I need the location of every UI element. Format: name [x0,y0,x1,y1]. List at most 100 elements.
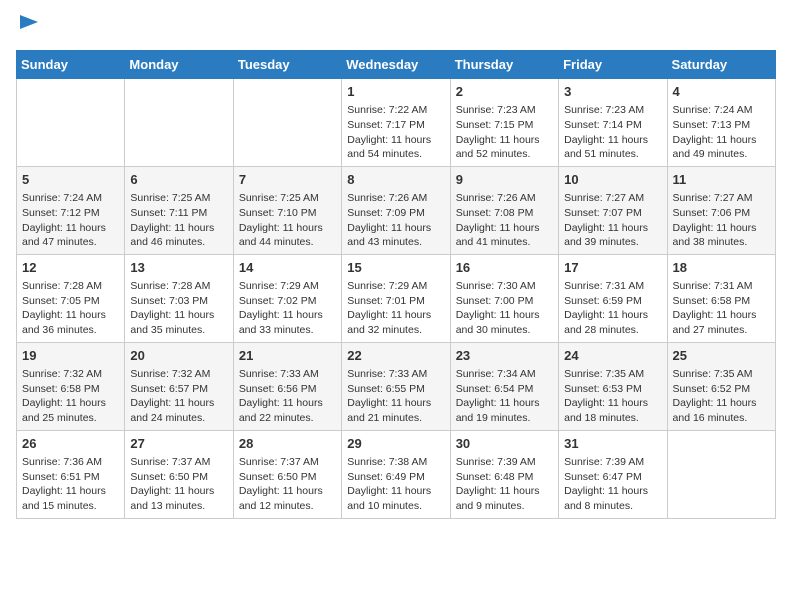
day-number: 9 [456,171,553,189]
calendar-cell: 25 Sunrise: 7:35 AM Sunset: 6:52 PM Dayli… [667,342,775,430]
day-info: Sunrise: 7:33 AM Sunset: 6:55 PM Dayligh… [347,367,444,426]
day-number: 21 [239,347,336,365]
calendar-week-row: 5 Sunrise: 7:24 AM Sunset: 7:12 PM Daylig… [17,166,776,254]
day-info: Sunrise: 7:23 AM Sunset: 7:14 PM Dayligh… [564,103,661,162]
weekday-header-thursday: Thursday [450,51,558,79]
calendar-cell: 8 Sunrise: 7:26 AM Sunset: 7:09 PM Daylig… [342,166,450,254]
day-number: 22 [347,347,444,365]
day-info: Sunrise: 7:26 AM Sunset: 7:09 PM Dayligh… [347,191,444,250]
day-number: 4 [673,83,770,101]
day-number: 24 [564,347,661,365]
weekday-header-sunday: Sunday [17,51,125,79]
day-number: 8 [347,171,444,189]
weekday-header-saturday: Saturday [667,51,775,79]
day-info: Sunrise: 7:33 AM Sunset: 6:56 PM Dayligh… [239,367,336,426]
day-number: 31 [564,435,661,453]
calendar-cell: 26 Sunrise: 7:36 AM Sunset: 6:51 PM Dayli… [17,430,125,518]
day-info: Sunrise: 7:24 AM Sunset: 7:13 PM Dayligh… [673,103,770,162]
day-info: Sunrise: 7:24 AM Sunset: 7:12 PM Dayligh… [22,191,119,250]
calendar-cell: 16 Sunrise: 7:30 AM Sunset: 7:00 PM Dayli… [450,254,558,342]
page-header [16,16,776,38]
day-number: 11 [673,171,770,189]
calendar-cell: 31 Sunrise: 7:39 AM Sunset: 6:47 PM Dayli… [559,430,667,518]
calendar-cell: 28Sunrise: 7:37 AM Sunset: 6:50 PM Dayli… [233,430,341,518]
day-number: 6 [130,171,227,189]
day-number: 7 [239,171,336,189]
weekday-header-wednesday: Wednesday [342,51,450,79]
calendar-cell: 4 Sunrise: 7:24 AM Sunset: 7:13 PM Daylig… [667,79,775,167]
calendar-cell: 10 Sunrise: 7:27 AM Sunset: 7:07 PM Dayli… [559,166,667,254]
day-number: 29 [347,435,444,453]
calendar-cell: 18Sunrise: 7:31 AM Sunset: 6:58 PM Dayli… [667,254,775,342]
calendar-table: SundayMondayTuesdayWednesdayThursdayFrid… [16,50,776,519]
day-number: 3 [564,83,661,101]
day-info: Sunrise: 7:29 AM Sunset: 7:02 PM Dayligh… [239,279,336,338]
calendar-cell: 11 Sunrise: 7:27 AM Sunset: 7:06 PM Dayli… [667,166,775,254]
calendar-cell: 21 Sunrise: 7:33 AM Sunset: 6:56 PM Dayli… [233,342,341,430]
day-number: 28 [239,435,336,453]
calendar-cell: 23 Sunrise: 7:34 AM Sunset: 6:54 PM Dayli… [450,342,558,430]
day-info: Sunrise: 7:38 AM Sunset: 6:49 PM Dayligh… [347,455,444,514]
calendar-cell: 14 Sunrise: 7:29 AM Sunset: 7:02 PM Dayli… [233,254,341,342]
logo [16,16,40,38]
day-info: Sunrise: 7:35 AM Sunset: 6:53 PM Dayligh… [564,367,661,426]
calendar-cell [233,79,341,167]
calendar-cell: 15 Sunrise: 7:29 AM Sunset: 7:01 PM Dayli… [342,254,450,342]
day-info: Sunrise: 7:31 AM Sunset: 6:59 PM Dayligh… [564,279,661,338]
calendar-cell: 2 Sunrise: 7:23 AM Sunset: 7:15 PM Daylig… [450,79,558,167]
weekday-header-monday: Monday [125,51,233,79]
day-info: Sunrise: 7:34 AM Sunset: 6:54 PM Dayligh… [456,367,553,426]
calendar-cell: 20 Sunrise: 7:32 AM Sunset: 6:57 PM Dayli… [125,342,233,430]
day-info: Sunrise: 7:28 AM Sunset: 7:03 PM Dayligh… [130,279,227,338]
day-info: Sunrise: 7:28 AM Sunset: 7:05 PM Dayligh… [22,279,119,338]
day-number: 20 [130,347,227,365]
day-info: Sunrise: 7:26 AM Sunset: 7:08 PM Dayligh… [456,191,553,250]
day-number: 26 [22,435,119,453]
day-info: Sunrise: 7:36 AM Sunset: 6:51 PM Dayligh… [22,455,119,514]
day-info: Sunrise: 7:22 AM Sunset: 7:17 PM Dayligh… [347,103,444,162]
day-number: 19 [22,347,119,365]
day-info: Sunrise: 7:32 AM Sunset: 6:57 PM Dayligh… [130,367,227,426]
day-info: Sunrise: 7:30 AM Sunset: 7:00 PM Dayligh… [456,279,553,338]
day-number: 14 [239,259,336,277]
day-number: 23 [456,347,553,365]
day-info: Sunrise: 7:39 AM Sunset: 6:48 PM Dayligh… [456,455,553,514]
day-number: 15 [347,259,444,277]
day-info: Sunrise: 7:39 AM Sunset: 6:47 PM Dayligh… [564,455,661,514]
calendar-cell: 19Sunrise: 7:32 AM Sunset: 6:58 PM Dayli… [17,342,125,430]
day-number: 17 [564,259,661,277]
day-info: Sunrise: 7:23 AM Sunset: 7:15 PM Dayligh… [456,103,553,162]
logo-arrow-icon [18,11,40,33]
weekday-header-friday: Friday [559,51,667,79]
day-number: 5 [22,171,119,189]
day-number: 27 [130,435,227,453]
day-info: Sunrise: 7:29 AM Sunset: 7:01 PM Dayligh… [347,279,444,338]
day-info: Sunrise: 7:27 AM Sunset: 7:06 PM Dayligh… [673,191,770,250]
day-number: 13 [130,259,227,277]
calendar-cell: 17 Sunrise: 7:31 AM Sunset: 6:59 PM Dayli… [559,254,667,342]
day-number: 16 [456,259,553,277]
calendar-week-row: 12Sunrise: 7:28 AM Sunset: 7:05 PM Dayli… [17,254,776,342]
calendar-cell: 6Sunrise: 7:25 AM Sunset: 7:11 PM Daylig… [125,166,233,254]
day-number: 10 [564,171,661,189]
day-info: Sunrise: 7:25 AM Sunset: 7:10 PM Dayligh… [239,191,336,250]
calendar-cell: 24 Sunrise: 7:35 AM Sunset: 6:53 PM Dayli… [559,342,667,430]
calendar-cell: 13 Sunrise: 7:28 AM Sunset: 7:03 PM Dayli… [125,254,233,342]
day-number: 2 [456,83,553,101]
day-number: 18 [673,259,770,277]
calendar-cell [17,79,125,167]
calendar-cell: 7 Sunrise: 7:25 AM Sunset: 7:10 PM Daylig… [233,166,341,254]
calendar-week-row: 1Sunrise: 7:22 AM Sunset: 7:17 PM Daylig… [17,79,776,167]
day-number: 25 [673,347,770,365]
day-info: Sunrise: 7:37 AM Sunset: 6:50 PM Dayligh… [130,455,227,514]
calendar-cell: 1Sunrise: 7:22 AM Sunset: 7:17 PM Daylig… [342,79,450,167]
calendar-cell: 9 Sunrise: 7:26 AM Sunset: 7:08 PM Daylig… [450,166,558,254]
calendar-week-row: 19Sunrise: 7:32 AM Sunset: 6:58 PM Dayli… [17,342,776,430]
calendar-cell: 5 Sunrise: 7:24 AM Sunset: 7:12 PM Daylig… [17,166,125,254]
calendar-cell: 3 Sunrise: 7:23 AM Sunset: 7:14 PM Daylig… [559,79,667,167]
day-info: Sunrise: 7:27 AM Sunset: 7:07 PM Dayligh… [564,191,661,250]
day-info: Sunrise: 7:35 AM Sunset: 6:52 PM Dayligh… [673,367,770,426]
calendar-cell: 30Sunrise: 7:39 AM Sunset: 6:48 PM Dayli… [450,430,558,518]
calendar-cell [125,79,233,167]
calendar-cell: 22 Sunrise: 7:33 AM Sunset: 6:55 PM Dayli… [342,342,450,430]
